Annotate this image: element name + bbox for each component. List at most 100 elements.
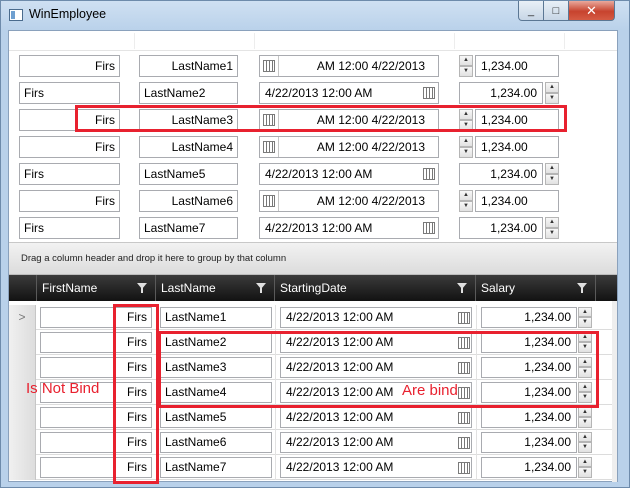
spin-up-icon[interactable]: ▲: [578, 307, 592, 317]
spin-down-icon[interactable]: ▼: [545, 228, 559, 239]
salary-value[interactable]: 1,234.00: [475, 55, 559, 77]
spinner[interactable]: ▲ ▼: [578, 407, 592, 428]
firstname-textbox[interactable]: Firs: [19, 217, 120, 239]
salary-value[interactable]: 1,234.00: [459, 163, 543, 185]
lastname-cell-textbox[interactable]: LastName1: [160, 307, 272, 328]
filter-icon[interactable]: [137, 283, 147, 293]
spinner[interactable]: ▲ ▼: [459, 55, 473, 77]
row-indicator[interactable]: [9, 355, 36, 380]
spin-up-icon[interactable]: ▲: [578, 432, 592, 442]
row-indicator[interactable]: [9, 330, 36, 355]
lastname-textbox[interactable]: LastName6: [139, 190, 238, 212]
date-text[interactable]: AM 12:00 4/22/2013: [278, 191, 431, 211]
lastname-cell-textbox[interactable]: LastName6: [160, 432, 272, 453]
calendar-icon[interactable]: [458, 437, 470, 449]
date-text[interactable]: 4/22/2013 12:00 AM: [286, 458, 393, 477]
firstname-textbox[interactable]: Firs: [19, 82, 120, 104]
firstname-textbox[interactable]: Firs: [19, 163, 120, 185]
date-text[interactable]: AM 12:00 4/22/2013: [278, 137, 431, 157]
spinner[interactable]: ▲ ▼: [545, 217, 559, 239]
filter-icon[interactable]: [457, 283, 467, 293]
group-panel[interactable]: Drag a column header and drop it here to…: [9, 242, 617, 275]
date-text[interactable]: 4/22/2013 12:00 AM: [265, 164, 372, 184]
grid-row[interactable]: Firs LastName5 4/22/2013 12:00 AM 1,234.0…: [9, 405, 617, 430]
date-text[interactable]: 4/22/2013 12:00 AM: [286, 408, 393, 427]
lastname-textbox[interactable]: LastName2: [139, 82, 238, 104]
salary-value[interactable]: 1,234.00: [481, 407, 577, 428]
date-text[interactable]: 4/22/2013 12:00 AM: [286, 308, 393, 327]
grid-row[interactable]: > Firs LastName1 4/22/2013 12:00 AM 1,234.…: [9, 305, 617, 330]
salary-numeric-updown[interactable]: 1,234.00 ▲ ▼: [459, 82, 559, 104]
spinner[interactable]: ▲ ▼: [545, 163, 559, 185]
maximize-button[interactable]: □: [543, 1, 569, 21]
salary-value[interactable]: 1,234.00: [475, 136, 559, 158]
grid-row[interactable]: Firs LastName7 4/22/2013 12:00 AM 1,234.0…: [9, 455, 617, 480]
calendar-icon[interactable]: [423, 87, 435, 99]
salary-value[interactable]: 1,234.00: [481, 307, 577, 328]
spin-down-icon[interactable]: ▼: [545, 174, 559, 185]
calendar-icon[interactable]: [458, 462, 470, 474]
calendar-icon[interactable]: [458, 312, 470, 324]
lastname-textbox[interactable]: LastName4: [139, 136, 238, 158]
spin-up-icon[interactable]: ▲: [459, 136, 473, 147]
close-button[interactable]: ✕: [568, 1, 615, 21]
spin-up-icon[interactable]: ▲: [545, 217, 559, 228]
spin-up-icon[interactable]: ▲: [459, 190, 473, 201]
date-picker[interactable]: AM 12:00 4/22/2013: [259, 55, 439, 77]
date-picker[interactable]: 4/22/2013 12:00 AM: [259, 163, 439, 185]
column-header-firstname[interactable]: FirstName: [37, 275, 156, 301]
row-indicator[interactable]: [9, 430, 36, 455]
lastname-textbox[interactable]: LastName1: [139, 55, 238, 77]
salary-numeric-updown[interactable]: 1,234.00 ▲ ▼: [481, 457, 593, 479]
salary-numeric-updown[interactable]: 1,234.00 ▲ ▼: [481, 307, 593, 329]
salary-numeric-updown[interactable]: 1,234.00 ▲ ▼: [481, 432, 593, 454]
spin-up-icon[interactable]: ▲: [459, 55, 473, 66]
row-indicator[interactable]: [9, 405, 36, 430]
vertical-scrollbar[interactable]: [612, 301, 617, 482]
spin-down-icon[interactable]: ▼: [578, 467, 592, 478]
spin-up-icon[interactable]: ▲: [545, 163, 559, 174]
calendar-icon[interactable]: [458, 412, 470, 424]
spinner[interactable]: ▲ ▼: [459, 136, 473, 158]
salary-value[interactable]: 1,234.00: [475, 190, 559, 212]
date-text[interactable]: 4/22/2013 12:00 AM: [265, 218, 372, 238]
spin-up-icon[interactable]: ▲: [545, 82, 559, 93]
calendar-icon[interactable]: [263, 141, 275, 153]
date-picker[interactable]: 4/22/2013 12:00 AM: [280, 307, 472, 328]
salary-numeric-updown[interactable]: 1,234.00 ▲ ▼: [481, 407, 593, 429]
spin-down-icon[interactable]: ▼: [459, 201, 473, 212]
calendar-icon[interactable]: [423, 222, 435, 234]
salary-numeric-updown[interactable]: ▲ ▼ 1,234.00: [459, 136, 559, 158]
column-header-startingdate[interactable]: StartingDate: [275, 275, 476, 301]
lastname-cell-textbox[interactable]: LastName7: [160, 457, 272, 478]
lastname-cell-textbox[interactable]: LastName5: [160, 407, 272, 428]
date-picker[interactable]: 4/22/2013 12:00 AM: [280, 457, 472, 478]
filter-icon[interactable]: [256, 283, 266, 293]
date-text[interactable]: 4/22/2013 12:00 AM: [286, 433, 393, 452]
spin-down-icon[interactable]: ▼: [545, 93, 559, 104]
date-text[interactable]: 4/22/2013 12:00 AM: [265, 83, 372, 103]
column-header-salary[interactable]: Salary: [476, 275, 596, 301]
salary-value[interactable]: 1,234.00: [481, 457, 577, 478]
calendar-icon[interactable]: [263, 195, 275, 207]
column-header-lastname[interactable]: LastName: [156, 275, 275, 301]
date-picker[interactable]: 4/22/2013 12:00 AM: [259, 82, 439, 104]
row-indicator[interactable]: >: [9, 305, 36, 330]
date-picker[interactable]: 4/22/2013 12:00 AM: [280, 432, 472, 453]
date-picker[interactable]: AM 12:00 4/22/2013: [259, 136, 439, 158]
salary-numeric-updown[interactable]: ▲ ▼ 1,234.00: [459, 55, 559, 77]
salary-value[interactable]: 1,234.00: [459, 82, 543, 104]
salary-numeric-updown[interactable]: 1,234.00 ▲ ▼: [459, 217, 559, 239]
spinner[interactable]: ▲ ▼: [578, 457, 592, 478]
grid-row[interactable]: Firs LastName6 4/22/2013 12:00 AM 1,234.0…: [9, 430, 617, 455]
spin-down-icon[interactable]: ▼: [578, 442, 592, 453]
salary-numeric-updown[interactable]: 1,234.00 ▲ ▼: [459, 163, 559, 185]
spin-up-icon[interactable]: ▲: [578, 457, 592, 467]
title-bar[interactable]: WinEmployee _ □ ✕: [1, 1, 629, 29]
date-picker[interactable]: AM 12:00 4/22/2013: [259, 190, 439, 212]
calendar-icon[interactable]: [263, 60, 275, 72]
spinner[interactable]: ▲ ▼: [545, 82, 559, 104]
spin-down-icon[interactable]: ▼: [578, 417, 592, 428]
spin-down-icon[interactable]: ▼: [459, 147, 473, 158]
spin-up-icon[interactable]: ▲: [578, 407, 592, 417]
